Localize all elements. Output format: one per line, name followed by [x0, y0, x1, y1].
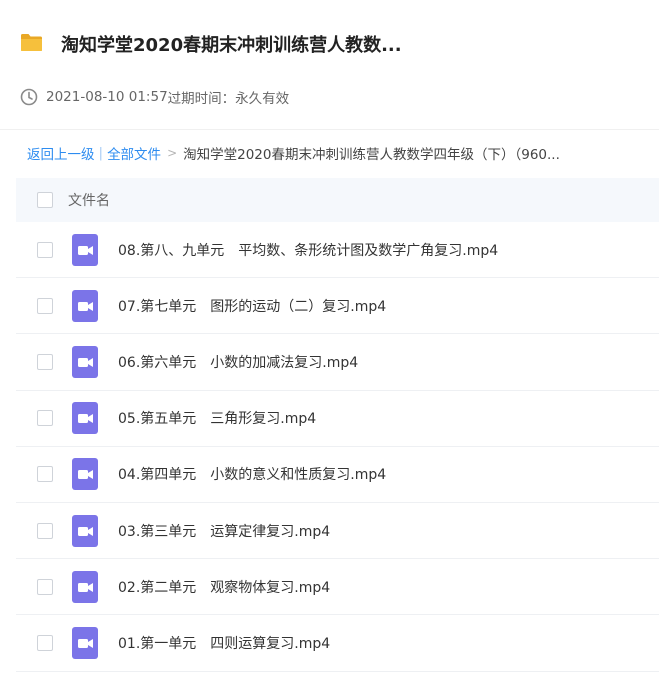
file-name[interactable]: 04.第四单元 小数的意义和性质复习.mp4 [118, 464, 386, 484]
table-row[interactable]: 07.第七单元 图形的运动（二）复习.mp4 [16, 278, 659, 335]
share-meta: 2021-08-10 01:57 过期时间：永久有效 [20, 87, 289, 107]
table-row[interactable]: 03.第三单元 运算定律复习.mp4 [16, 503, 659, 560]
share-date: 2021-08-10 01:57 [46, 89, 168, 105]
file-name[interactable]: 01.第一单元 四则运算复习.mp4 [118, 633, 330, 653]
table-row[interactable]: 05.第五单元 三角形复习.mp4 [16, 391, 659, 447]
select-all-checkbox[interactable] [37, 192, 53, 208]
row-checkbox[interactable] [37, 522, 53, 539]
table-header: 文件名 [16, 178, 659, 222]
file-list: 08.第八、九单元 平均数、条形统计图及数学广角复习.mp4 07.第七单元 图… [16, 222, 659, 672]
table-row[interactable]: 01.第一单元 四则运算复习.mp4 [16, 615, 659, 672]
expiry-text: 过期时间：永久有效 [167, 91, 290, 107]
video-file-icon [72, 458, 98, 491]
share-header: 淘知学堂2020春期末冲刺训练营人教数... 2021-08-10 01:57 … [0, 0, 659, 130]
row-checkbox[interactable] [37, 578, 53, 595]
row-checkbox[interactable] [37, 466, 53, 483]
table-row[interactable]: 06.第六单元 小数的加减法复习.mp4 [16, 334, 659, 391]
video-file-icon [72, 626, 98, 659]
folder-icon [21, 34, 42, 51]
row-checkbox[interactable] [37, 241, 53, 258]
file-name[interactable]: 06.第六单元 小数的加减法复习.mp4 [118, 352, 358, 372]
table-row[interactable]: 02.第二单元 观察物体复习.mp4 [16, 559, 659, 616]
column-filename: 文件名 [68, 193, 110, 209]
file-name[interactable]: 08.第八、九单元 平均数、条形统计图及数学广角复习.mp4 [118, 240, 498, 260]
row-checkbox[interactable] [37, 297, 53, 314]
video-file-icon [72, 345, 98, 378]
all-files-link[interactable]: 全部文件 [107, 143, 161, 163]
video-file-icon [72, 514, 98, 547]
row-checkbox[interactable] [37, 353, 53, 370]
back-link[interactable]: 返回上一级 [27, 143, 95, 163]
breadcrumb: 返回上一级 | 全部文件 > 淘知学堂2020春期末冲刺训练营人教数学四年级（下… [27, 143, 560, 163]
clock-icon [20, 88, 38, 106]
table-row[interactable]: 08.第八、九单元 平均数、条形统计图及数学广角复习.mp4 [16, 222, 659, 279]
table-row[interactable]: 04.第四单元 小数的意义和性质复习.mp4 [16, 447, 659, 503]
video-file-icon [72, 233, 98, 266]
video-file-icon [72, 289, 98, 322]
breadcrumb-separator: | [98, 145, 104, 161]
file-name[interactable]: 07.第七单元 图形的运动（二）复习.mp4 [118, 296, 386, 316]
file-name[interactable]: 03.第三单元 运算定律复习.mp4 [118, 521, 330, 541]
video-file-icon [72, 402, 98, 435]
breadcrumb-arrow: > [167, 146, 178, 160]
row-checkbox[interactable] [37, 634, 53, 651]
share-title: 淘知学堂2020春期末冲刺训练营人教数... [61, 35, 402, 56]
file-name[interactable]: 05.第五单元 三角形复习.mp4 [118, 408, 316, 428]
file-name[interactable]: 02.第二单元 观察物体复习.mp4 [118, 577, 330, 597]
breadcrumb-current: 淘知学堂2020春期末冲刺训练营人教数学四年级（下）（960... [183, 147, 560, 163]
share-page: 淘知学堂2020春期末冲刺训练营人教数... 2021-08-10 01:57 … [0, 0, 659, 685]
row-checkbox[interactable] [37, 410, 53, 427]
video-file-icon [72, 570, 98, 603]
